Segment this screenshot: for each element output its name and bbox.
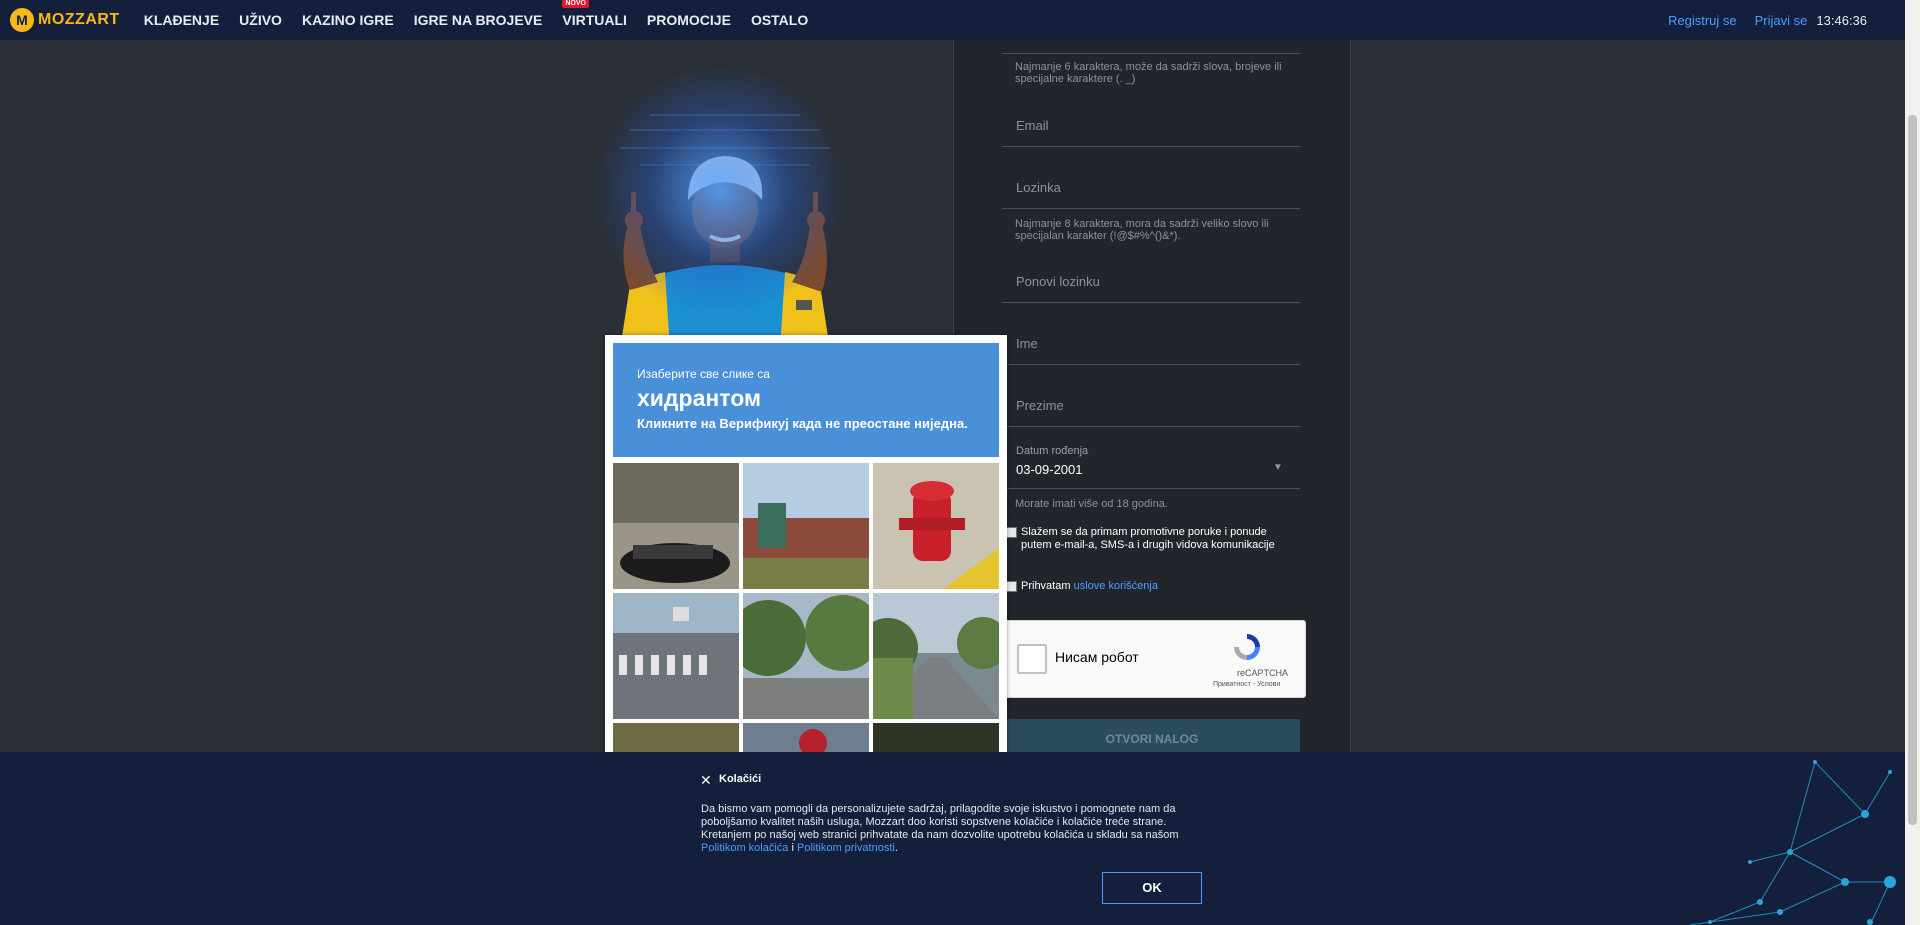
dropdown-arrow-icon[interactable]: ▼ [1273,462,1283,473]
nav-item-igre-na-brojeve[interactable]: IGRE NA BROJEVE [414,12,543,28]
captcha-line-1: Изаберите све слике са [637,367,770,381]
username-field-underline [1002,40,1300,54]
captcha-tile[interactable] [613,593,739,719]
scrollbar-thumb[interactable] [1908,115,1917,825]
repeat-password-placeholder: Ponovi lozinku [1016,274,1100,289]
promo-consent-checkbox[interactable] [1006,527,1017,538]
password-hint: Najmanje 8 karaktera, mora da sadrži vel… [1015,218,1269,242]
cookie-policy-link[interactable]: Politikom kolačića [701,842,788,854]
main-menu: KLAĐENJE UŽIVO KAZINO IGRE IGRE NA BROJE… [134,0,819,28]
recaptcha-brand: reCAPTCHA [1237,668,1289,678]
cookie-text: Da bismo vam pomogli da personalizujete … [701,803,1201,855]
image-captcha-dialog: Изаберите све слике са хидрантом Кликнит… [605,335,1007,755]
register-link[interactable]: Registruj se [1668,13,1737,28]
new-badge: NOVO [562,0,589,8]
captcha-tile[interactable] [613,463,739,589]
mozzart-logo[interactable]: M MOZZART [10,8,120,32]
last-name-placeholder: Prezime [1016,398,1064,413]
first-name-placeholder: Ime [1016,336,1038,351]
cookie-body: Da bismo vam pomogli da personalizujete … [701,803,1179,841]
first-name-field[interactable]: Ime [1002,324,1300,365]
page-scrollbar[interactable] [1905,0,1920,925]
logo-mark: M [10,8,34,32]
top-navigation: M MOZZART KLAĐENJE UŽIVO KAZINO IGRE IGR… [0,0,1905,40]
terms-text: Prihvatam uslove korišćenja [1021,580,1158,593]
login-link[interactable]: Prijavi se [1755,13,1808,28]
password-field[interactable]: Lozinka [1002,168,1300,209]
captcha-tile[interactable] [873,723,999,755]
cookie-conjunction: i [791,842,794,854]
nav-item-kladjenje[interactable]: KLAĐENJE [144,12,219,28]
recaptcha-checkbox[interactable] [1017,644,1047,674]
promo-consent-text: Slažem se da primam promotivne poruke i … [1021,526,1275,551]
hero-glow [590,70,850,310]
nav-item-promocije[interactable]: PROMOCIJE [647,12,731,28]
cookie-ok-button[interactable]: OK [1102,872,1202,904]
captcha-tile[interactable] [613,723,739,755]
captcha-tile[interactable] [743,593,869,719]
network-decoration [1689,760,1896,925]
terms-checkbox[interactable] [1006,581,1017,592]
nav-item-virtuali[interactable]: NOVO VIRTUALI [562,0,627,28]
age-hint: Morate imati više od 18 godina. [1015,498,1168,510]
nav-item-uzivo[interactable]: UŽIVO [239,12,282,28]
captcha-tile[interactable] [743,463,869,589]
captcha-instructions: Изаберите све слике са хидрантом Кликнит… [613,343,999,457]
captcha-target: хидрантом [637,385,761,411]
dob-label: Datum rođenja [1016,445,1089,457]
cookie-title: Kolačići [719,773,762,785]
email-field[interactable]: Email [1002,106,1300,147]
captcha-line-3: Кликните на Верификуј када не преостане … [637,416,968,431]
last-name-field[interactable]: Prezime [1002,386,1300,427]
terms-link[interactable]: uslove korišćenja [1074,580,1158,592]
captcha-tile[interactable] [873,463,999,589]
hero-image [560,60,890,350]
cookie-end: . [894,842,898,854]
nav-item-ostalo[interactable]: OSTALO [751,12,808,28]
recaptcha-links[interactable]: Приватност - Услови [1213,681,1280,688]
recaptcha-widget: Нисам робот reCAPTCHA Приватност - Услов… [1004,620,1306,698]
clock: 13:46:36 [1816,12,1867,28]
password-placeholder: Lozinka [1016,180,1061,195]
privacy-policy-link[interactable]: Politikom privatnosti [797,842,895,854]
dob-value: 03-09-2001 [1016,462,1083,477]
terms-prefix: Prihvatam [1021,580,1071,592]
repeat-password-field[interactable]: Ponovi lozinku [1002,262,1300,303]
close-icon[interactable]: ✕ [700,772,712,789]
nav-item-kazino-igre[interactable]: KAZINO IGRE [302,12,394,28]
captcha-tile[interactable] [873,593,999,719]
nav-item-label: VIRTUALI [562,12,627,28]
email-placeholder: Email [1016,118,1049,133]
cookie-banner: ✕ Kolačići Da bismo vam pomogli da perso… [0,752,1905,925]
recaptcha-label: Нисам робот [1055,649,1139,665]
logo-text: MOZZART [38,11,120,28]
account-area: Registruj se Prijavi se 13:46:36 [1650,13,1867,28]
username-hint: Najmanje 6 karaktera, može da sadrži slo… [1015,61,1282,85]
recaptcha-logo-icon [1234,634,1260,660]
captcha-tile[interactable] [743,723,869,755]
